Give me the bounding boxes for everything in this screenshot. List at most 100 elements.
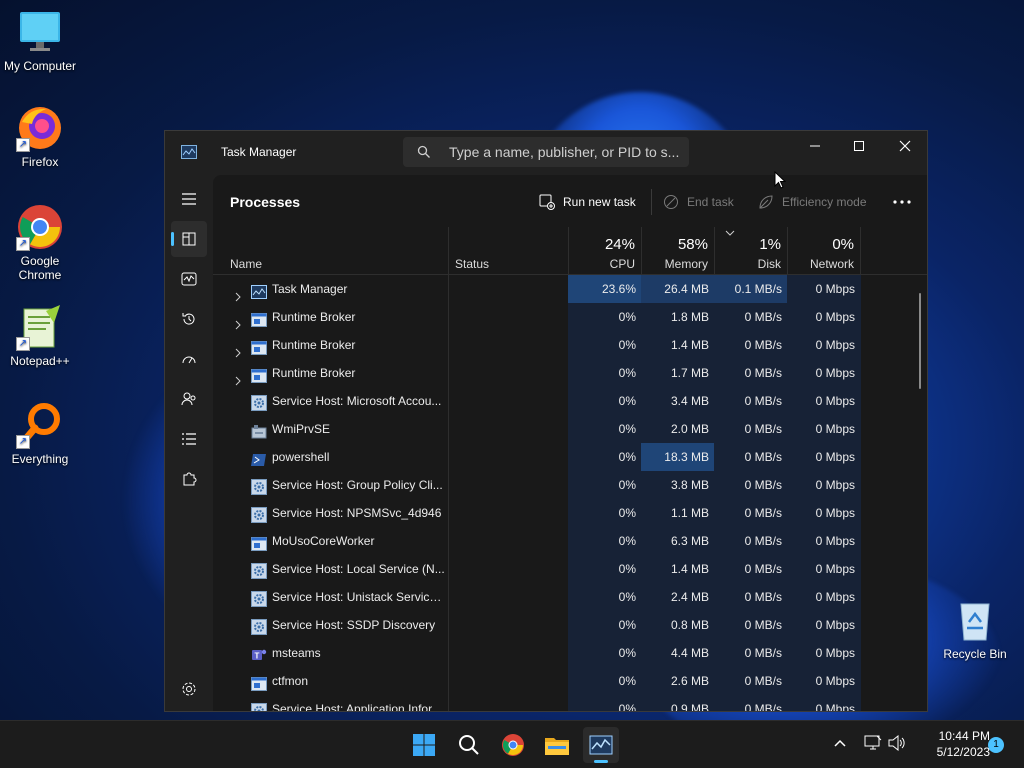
start-button[interactable] — [406, 727, 442, 763]
taskbar-search-button[interactable] — [451, 727, 487, 763]
leaf-icon — [759, 195, 773, 209]
service-gear-icon — [251, 589, 267, 607]
process-row[interactable]: Runtime Broker 0% 1.4 MB 0 MB/s 0 Mbps — [213, 331, 927, 359]
teams-icon: T — [251, 645, 267, 661]
process-row[interactable]: Tmsteams 0% 4.4 MB 0 MB/s 0 Mbps — [213, 639, 927, 667]
process-row[interactable]: Service Host: SSDP Discovery 0% 0.8 MB 0 MB… — [213, 611, 927, 639]
clock-time: 10:44 PM — [938, 729, 990, 743]
process-memory-cell: 2.6 MB — [641, 667, 715, 695]
process-row[interactable]: Runtime Broker 0% 1.8 MB 0 MB/s 0 Mbps — [213, 303, 927, 331]
nav-processes[interactable] — [171, 221, 207, 257]
desktop-icon-recycle-bin[interactable]: Recycle Bin — [935, 596, 1015, 661]
process-name-cell: MoUsoCoreWorker — [213, 527, 449, 555]
hamburger-menu-button[interactable] — [171, 181, 207, 217]
taskbar-task-manager-button[interactable] — [583, 727, 619, 763]
process-row[interactable]: Runtime Broker 0% 1.7 MB 0 MB/s 0 Mbps — [213, 359, 927, 387]
process-name: Service Host: SSDP Discovery — [272, 618, 436, 632]
settings-gear-icon — [182, 682, 196, 696]
process-name: WmiPrvSE — [272, 422, 330, 436]
process-row[interactable]: Service Host: Local Service (N... 0% 1.4 M… — [213, 555, 927, 583]
process-cpu-cell: 0% — [568, 583, 642, 611]
column-header-cpu[interactable]: 24% CPU — [569, 227, 641, 274]
process-cpu-cell: 0% — [568, 667, 642, 695]
process-row[interactable]: Service Host: Application Infor... 0% 0.9 … — [213, 695, 927, 711]
network-monitor-icon — [864, 735, 882, 750]
run-new-task-button[interactable]: Run new task — [539, 189, 636, 215]
users-icon — [181, 392, 196, 406]
desktop-icon-my-computer[interactable]: My Computer — [0, 8, 80, 73]
process-disk-cell: 0 MB/s — [714, 331, 788, 359]
process-row[interactable]: powershell 0% 18.3 MB 0 MB/s 0 Mbps — [213, 443, 927, 471]
minimize-button[interactable] — [792, 131, 838, 161]
process-row[interactable]: Service Host: Microsoft Accou... 0% 3.4 MB… — [213, 387, 927, 415]
process-cpu-cell: 0% — [568, 443, 642, 471]
more-options-button[interactable] — [893, 189, 911, 215]
nav-startup-apps[interactable] — [171, 341, 207, 377]
system-clock[interactable]: 10:44 PM 5/12/2023 — [912, 728, 990, 760]
nav-settings[interactable] — [171, 671, 207, 707]
process-row[interactable]: WmiPrvSE 0% 2.0 MB 0 MB/s 0 Mbps — [213, 415, 927, 443]
process-disk-cell: 0 MB/s — [714, 387, 788, 415]
process-name-cell: Service Host: Microsoft Accou... — [213, 387, 449, 415]
process-row[interactable]: MoUsoCoreWorker 0% 6.3 MB 0 MB/s 0 Mbps — [213, 527, 927, 555]
process-row[interactable]: ctfmon 0% 2.6 MB 0 MB/s 0 Mbps — [213, 667, 927, 695]
taskbar-chrome-button[interactable] — [495, 727, 531, 763]
nav-app-history[interactable] — [171, 301, 207, 337]
command-bar: Processes Run new task End task Efficien… — [213, 175, 927, 227]
process-cpu-cell: 0% — [568, 331, 642, 359]
hamburger-icon — [182, 193, 196, 205]
process-status-cell — [449, 303, 569, 331]
nav-performance[interactable] — [171, 261, 207, 297]
desktop-icon-everything[interactable]: ↗ Everything — [0, 401, 80, 466]
close-button[interactable] — [882, 131, 928, 161]
taskbar-file-explorer-button[interactable] — [539, 727, 575, 763]
nav-users[interactable] — [171, 381, 207, 417]
show-hidden-icons-button[interactable] — [834, 735, 846, 753]
column-header-disk[interactable]: 1% Disk — [715, 227, 787, 274]
process-cpu-cell: 0% — [568, 639, 642, 667]
process-row[interactable]: Task Manager 23.6% 26.4 MB 0.1 MB/s 0 Mbps — [213, 275, 927, 303]
desktop-icon-notepadpp[interactable]: ↗ Notepad++ — [0, 303, 80, 368]
app-window-icon — [251, 673, 267, 691]
desktop-icon-firefox[interactable]: ↗ Firefox — [0, 104, 80, 169]
process-name-cell: WmiPrvSE — [213, 415, 449, 443]
process-status-cell — [449, 611, 569, 639]
task-manager-window[interactable]: Task Manager Type a name, publisher, or … — [164, 130, 928, 712]
process-memory-cell: 1.4 MB — [641, 331, 715, 359]
chrome-icon: ↗ — [16, 203, 64, 251]
desktop-icon-chrome[interactable]: ↗ Google Chrome — [0, 203, 80, 282]
process-row[interactable]: Service Host: Unistack Service ... 0% 2.4 … — [213, 583, 927, 611]
search-input[interactable] — [449, 137, 681, 167]
column-header-name[interactable]: Name — [213, 227, 448, 274]
process-name: Task Manager — [272, 282, 348, 296]
search-box[interactable] — [403, 137, 689, 167]
process-disk-cell: 0 MB/s — [714, 555, 788, 583]
process-network-cell: 0 Mbps — [787, 275, 861, 303]
nav-details[interactable] — [171, 421, 207, 457]
vertical-scrollbar[interactable] — [919, 293, 921, 389]
process-network-cell: 0 Mbps — [787, 611, 861, 639]
process-network-cell: 0 Mbps — [787, 471, 861, 499]
notification-badge[interactable]: 1 — [988, 737, 1004, 753]
process-row[interactable]: Service Host: NPSMSvc_4d946 0% 1.1 MB 0 MB/… — [213, 499, 927, 527]
search-icon — [417, 145, 431, 164]
network-status-button[interactable] — [864, 735, 882, 756]
chrome-icon — [502, 734, 524, 756]
process-status-cell — [449, 499, 569, 527]
wmi-icon — [251, 421, 267, 439]
process-name: Runtime Broker — [272, 338, 356, 352]
processes-panel: Processes Run new task End task Efficien… — [213, 175, 927, 711]
process-status-cell — [449, 359, 569, 387]
column-header-status[interactable]: Status — [449, 227, 568, 274]
end-task-button[interactable]: End task — [663, 189, 734, 215]
volume-button[interactable] — [888, 734, 906, 756]
column-header-memory[interactable]: 58% Memory — [642, 227, 714, 274]
title-bar[interactable]: Task Manager — [165, 131, 927, 175]
process-name-cell: Service Host: Unistack Service ... — [213, 583, 449, 611]
column-header-network[interactable]: 0% Network — [788, 227, 860, 274]
process-row[interactable]: Service Host: Group Policy Cli... 0% 3.8 M… — [213, 471, 927, 499]
desktop-icon-label: Google Chrome — [18, 254, 62, 282]
nav-services[interactable] — [171, 461, 207, 497]
window-title: Task Manager — [221, 145, 297, 159]
maximize-button[interactable] — [836, 131, 882, 161]
